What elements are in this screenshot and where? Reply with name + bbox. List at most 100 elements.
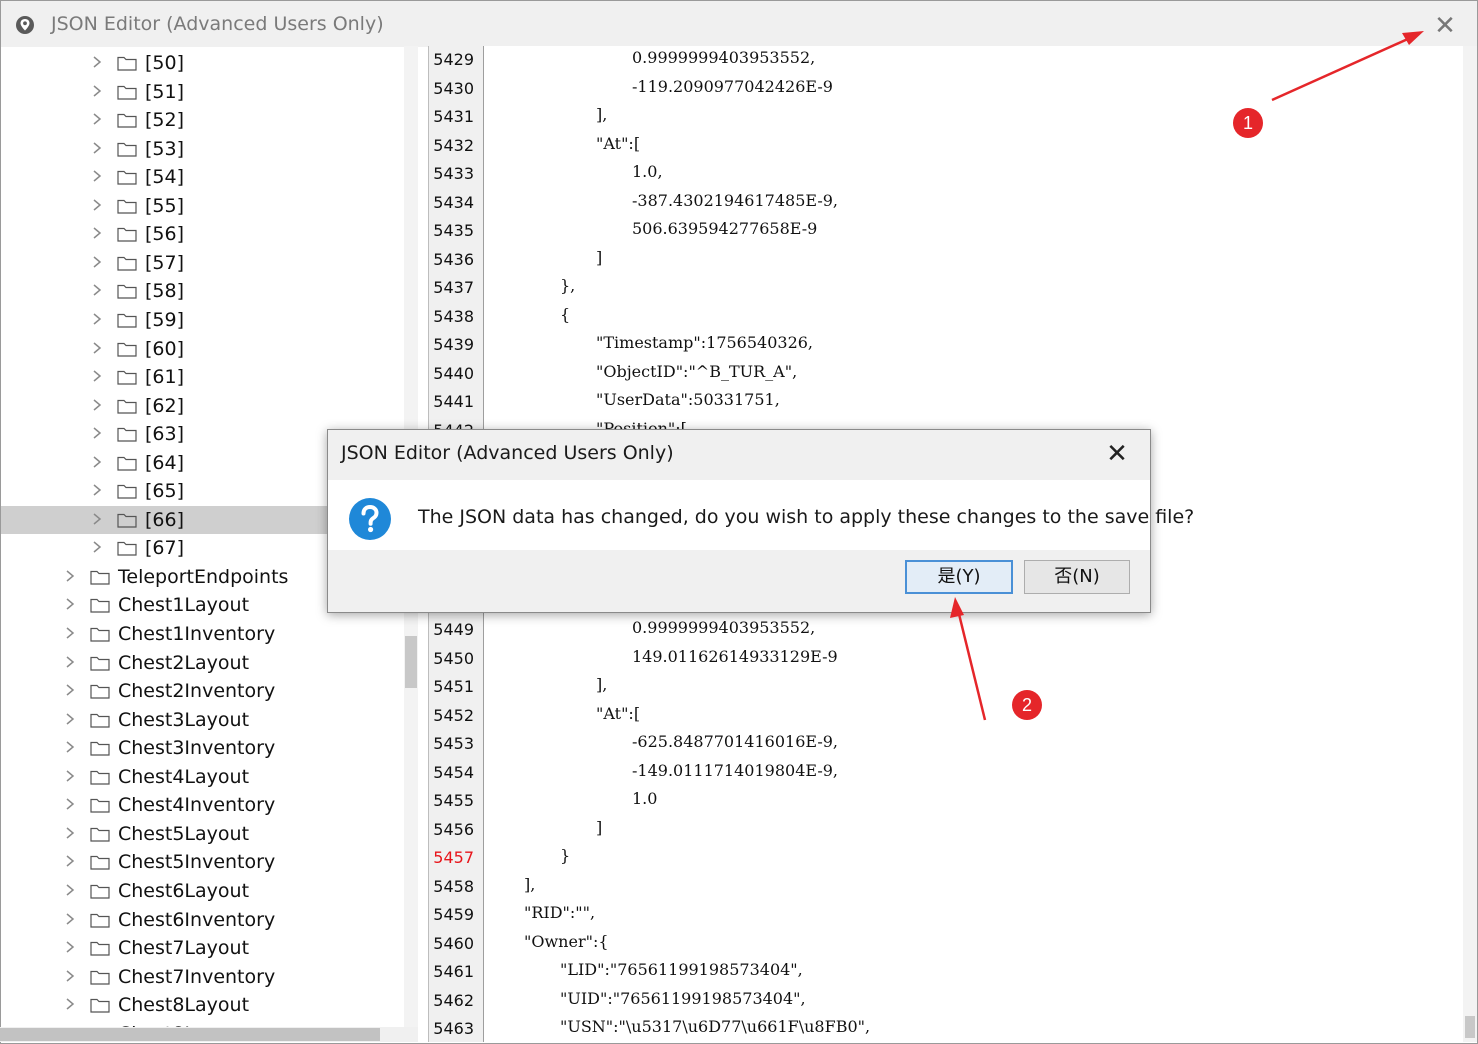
yes-button[interactable]: 是(Y) xyxy=(905,560,1013,594)
editor-scroll-thumb[interactable] xyxy=(1465,1016,1475,1038)
code-line[interactable]: "Owner":{ xyxy=(524,932,609,951)
code-line[interactable]: -119.2090977042426E-9 xyxy=(632,77,833,96)
code-line[interactable]: "USN":"\u5317\u6D77\u661F\u8FB0", xyxy=(560,1017,870,1036)
chevron-right-icon[interactable] xyxy=(64,683,76,697)
tree-item[interactable]: [57] xyxy=(1,249,408,277)
tree-item[interactable]: Chest6Inventory xyxy=(1,906,408,934)
code-line[interactable]: ] xyxy=(596,818,602,837)
chevron-right-icon[interactable] xyxy=(91,226,103,240)
chevron-right-icon[interactable] xyxy=(64,883,76,897)
chevron-right-icon[interactable] xyxy=(91,283,103,297)
tree-item[interactable]: [62] xyxy=(1,392,408,420)
chevron-right-icon[interactable] xyxy=(64,969,76,983)
chevron-right-icon[interactable] xyxy=(64,854,76,868)
code-line[interactable]: ], xyxy=(596,675,607,694)
tree-item[interactable]: Chest6Layout xyxy=(1,877,408,905)
code-line[interactable]: "Timestamp":1756540326, xyxy=(596,333,813,352)
editor-vertical-scrollbar[interactable] xyxy=(1463,46,1477,1042)
tree-item[interactable]: [58] xyxy=(1,277,408,305)
tree-item[interactable]: Chest3Layout xyxy=(1,706,408,734)
tree-item[interactable]: [59] xyxy=(1,306,408,334)
tree-item[interactable]: Chest3Inventory xyxy=(1,734,408,762)
chevron-right-icon[interactable] xyxy=(64,912,76,926)
chevron-right-icon[interactable] xyxy=(91,169,103,183)
tree-item[interactable]: [50] xyxy=(1,49,408,77)
code-line[interactable]: -387.4302194617485E-9, xyxy=(632,191,838,210)
chevron-right-icon[interactable] xyxy=(64,826,76,840)
chevron-right-icon[interactable] xyxy=(64,797,76,811)
chevron-right-icon[interactable] xyxy=(91,84,103,98)
tree-item[interactable]: Chest7Inventory xyxy=(1,963,408,991)
chevron-right-icon[interactable] xyxy=(64,569,76,583)
code-line[interactable]: "ObjectID":"^B_TUR_A", xyxy=(596,362,797,381)
chevron-right-icon[interactable] xyxy=(64,769,76,783)
code-line[interactable]: 0.9999999403953552, xyxy=(632,618,815,637)
code-line[interactable]: 0.9999999403953552, xyxy=(632,48,815,67)
code-line[interactable]: -149.0111714019804E-9, xyxy=(632,761,838,780)
chevron-right-icon[interactable] xyxy=(91,540,103,554)
chevron-right-icon[interactable] xyxy=(64,655,76,669)
tree-item[interactable]: Chest2Inventory xyxy=(1,677,408,705)
chevron-right-icon[interactable] xyxy=(91,398,103,412)
chevron-right-icon[interactable] xyxy=(91,426,103,440)
code-line[interactable]: 1.0 xyxy=(632,789,657,808)
code-line[interactable]: "At":[ xyxy=(596,134,640,153)
chevron-right-icon[interactable] xyxy=(64,597,76,611)
tree-hscroll-thumb[interactable] xyxy=(0,1028,380,1041)
chevron-right-icon[interactable] xyxy=(91,312,103,326)
chevron-right-icon[interactable] xyxy=(64,740,76,754)
tree-item[interactable]: [61] xyxy=(1,363,408,391)
code-line[interactable]: 506.639594277658E-9 xyxy=(632,219,817,238)
chevron-right-icon[interactable] xyxy=(64,997,76,1011)
chevron-right-icon[interactable] xyxy=(91,55,103,69)
dialog-message: The JSON data has changed, do you wish t… xyxy=(418,506,1195,528)
chevron-right-icon[interactable] xyxy=(64,712,76,726)
code-line[interactable]: "At":[ xyxy=(596,704,640,723)
chevron-right-icon[interactable] xyxy=(91,483,103,497)
tree-item[interactable]: Chest4Inventory xyxy=(1,791,408,819)
code-line[interactable]: }, xyxy=(560,276,575,295)
no-button[interactable]: 否(N) xyxy=(1024,560,1130,594)
code-line[interactable]: } xyxy=(560,846,570,865)
chevron-right-icon[interactable] xyxy=(91,198,103,212)
tree-item[interactable]: Chest4Layout xyxy=(1,763,408,791)
tree-item[interactable]: Chest1Inventory xyxy=(1,620,408,648)
code-line[interactable]: ] xyxy=(596,248,602,267)
code-line[interactable]: 1.0, xyxy=(632,162,663,181)
chevron-right-icon[interactable] xyxy=(91,255,103,269)
tree-horizontal-scrollbar[interactable] xyxy=(0,1027,418,1042)
tree-item[interactable]: [54] xyxy=(1,163,408,191)
code-line[interactable]: -625.8487701416016E-9, xyxy=(632,732,838,751)
chevron-right-icon[interactable] xyxy=(91,369,103,383)
code-line[interactable]: "LID":"76561199198573404", xyxy=(560,960,803,979)
tree-item[interactable]: Chest5Layout xyxy=(1,820,408,848)
dialog-close-button[interactable]: ✕ xyxy=(1102,438,1132,468)
tree-scroll-thumb[interactable] xyxy=(405,636,417,688)
code-line[interactable]: "UID":"76561199198573404", xyxy=(560,989,806,1008)
code-line[interactable]: ], xyxy=(524,875,535,894)
tree-item[interactable]: Chest2Layout xyxy=(1,649,408,677)
tree-item[interactable]: [51] xyxy=(1,78,408,106)
tree-item[interactable]: Chest8Layout xyxy=(1,991,408,1019)
tree-item[interactable]: [56] xyxy=(1,220,408,248)
chevron-right-icon[interactable] xyxy=(91,341,103,355)
code-line[interactable]: 149.01162614933129E-9 xyxy=(632,647,838,666)
tree-item[interactable]: [52] xyxy=(1,106,408,134)
tree-item[interactable]: [60] xyxy=(1,335,408,363)
tree-item[interactable]: Chest5Inventory xyxy=(1,848,408,876)
line-number: 5456 xyxy=(433,819,474,839)
chevron-right-icon[interactable] xyxy=(91,112,103,126)
chevron-right-icon[interactable] xyxy=(91,455,103,469)
tree-item[interactable]: Chest7Layout xyxy=(1,934,408,962)
chevron-right-icon[interactable] xyxy=(91,141,103,155)
code-line[interactable]: "RID":"", xyxy=(524,903,595,922)
code-line[interactable]: "UserData":50331751, xyxy=(596,390,780,409)
tree-item[interactable]: [55] xyxy=(1,192,408,220)
tree-item[interactable]: [53] xyxy=(1,135,408,163)
chevron-right-icon[interactable] xyxy=(64,940,76,954)
code-line[interactable]: ], xyxy=(596,105,607,124)
code-line[interactable]: { xyxy=(560,305,570,324)
chevron-right-icon[interactable] xyxy=(91,512,103,526)
window-close-button[interactable]: ✕ xyxy=(1431,11,1459,39)
chevron-right-icon[interactable] xyxy=(64,626,76,640)
